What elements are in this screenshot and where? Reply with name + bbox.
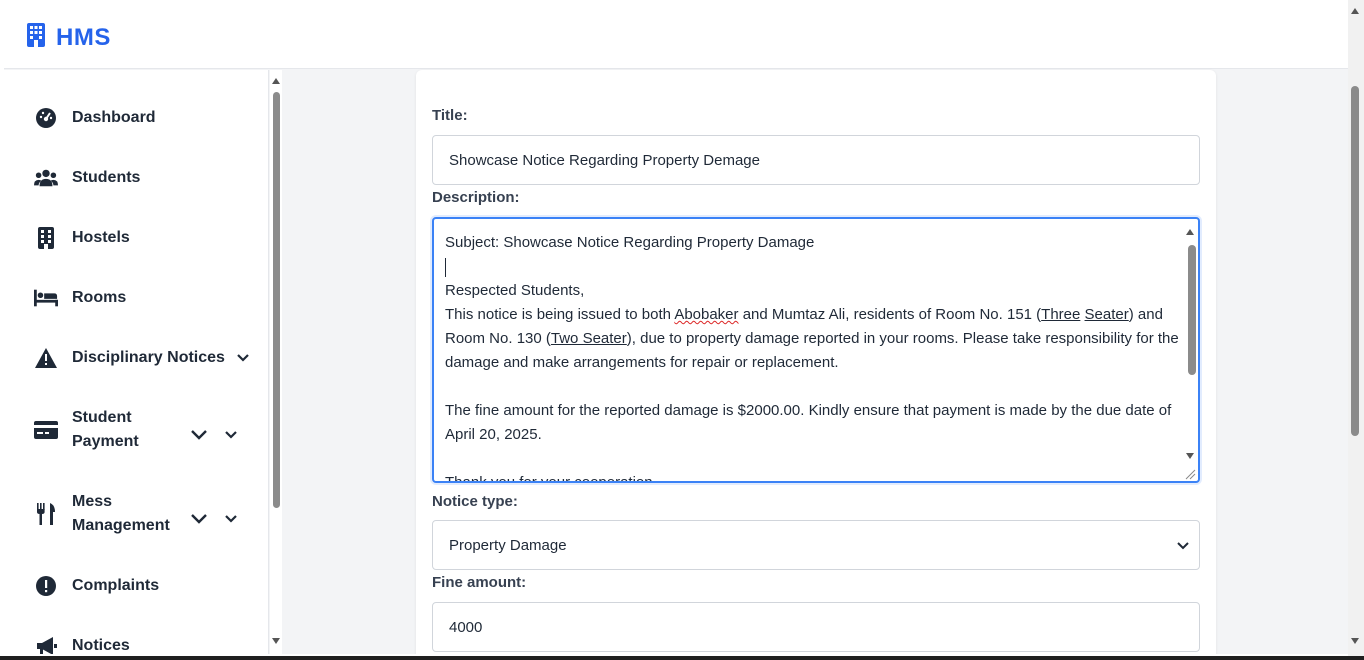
sidebar-item-dashboard[interactable]: Dashboard (34, 106, 156, 130)
notice-type-label: Notice type: (432, 493, 518, 510)
page-scrollbar-thumb[interactable] (1351, 86, 1359, 436)
brand-name: HMS (56, 23, 111, 51)
gauge-icon (34, 106, 58, 130)
sidebar-item-rooms[interactable]: Rooms (34, 286, 126, 310)
description-greeting: Respected Students, (445, 282, 585, 299)
notice-type-select[interactable]: Property Damage (432, 520, 1200, 570)
scroll-up-arrow-icon[interactable] (1351, 8, 1359, 14)
description-textarea[interactable]: Subject: Showcase Notice Regarding Prope… (432, 217, 1200, 483)
sidebar: Dashboard Students Hostels Rooms Discipl… (4, 70, 269, 654)
chevron-down-icon[interactable] (235, 350, 251, 366)
chevron-down-icon (1177, 537, 1189, 554)
sidebar-item-label-line2: Payment (72, 433, 139, 450)
sidebar-item-mess-management[interactable]: Mess Management (34, 490, 170, 538)
warning-icon (34, 346, 58, 370)
sidebar-item-label-line1: Mess (72, 493, 113, 510)
exclamation-circle-icon (34, 574, 58, 598)
credit-card-icon (34, 418, 58, 442)
sidebar-item-label: Disciplinary Notices (72, 349, 225, 366)
sidebar-item-complaints[interactable]: Complaints (34, 574, 159, 598)
fine-amount-input[interactable]: 4000 (432, 602, 1200, 652)
scroll-down-arrow-icon[interactable] (272, 638, 280, 644)
brand[interactable]: HMS (26, 22, 111, 53)
app-frame: HMS Dashboard Students Hostels Rooms Dis… (4, 4, 1348, 654)
users-icon (34, 166, 58, 190)
sidebar-item-disciplinary-notices[interactable]: Disciplinary Notices (34, 346, 251, 370)
title-input[interactable]: Showcase Notice Regarding Property Demag… (432, 135, 1200, 185)
chevron-down-icon[interactable] (190, 427, 208, 443)
taskbar-edge (0, 656, 1364, 660)
sidebar-item-label: Student Payment (72, 406, 139, 454)
textarea-scrollbar-thumb[interactable] (1188, 245, 1196, 375)
chevron-down-icon[interactable] (190, 511, 208, 527)
building-icon (26, 22, 46, 53)
sidebar-item-label: Dashboard (72, 109, 156, 126)
scroll-up-arrow-icon[interactable] (272, 78, 280, 84)
title-label: Title: (432, 107, 468, 124)
sidebar-scrollbar-thumb[interactable] (273, 92, 280, 508)
description-content: Subject: Showcase Notice Regarding Prope… (445, 231, 1181, 483)
notice-type-value: Property Damage (449, 536, 567, 554)
description-subject: Subject: Showcase Notice Regarding Prope… (445, 234, 815, 251)
chevron-down-icon[interactable] (223, 427, 239, 443)
description-label: Description: (432, 189, 520, 206)
text-cursor (445, 255, 1181, 279)
scroll-down-arrow-icon[interactable] (1351, 638, 1359, 644)
description-fine-paragraph: The fine amount for the reported damage … (445, 402, 1172, 443)
sidebar-item-hostels[interactable]: Hostels (34, 226, 130, 250)
sidebar-item-label: Notices (72, 637, 130, 654)
resize-handle-icon[interactable] (1184, 467, 1196, 480)
utensils-icon (34, 502, 58, 526)
scroll-up-arrow-icon[interactable] (1186, 229, 1194, 235)
sidebar-item-notices[interactable]: Notices (34, 634, 130, 654)
sidebar-item-label-line2: Management (72, 517, 170, 534)
fine-amount-label: Fine amount: (432, 574, 527, 591)
chevron-down-icon[interactable] (223, 511, 239, 527)
sidebar-item-label-line1: Student (72, 409, 132, 426)
sidebar-item-student-payment[interactable]: Student Payment (34, 406, 139, 454)
sidebar-item-label: Hostels (72, 229, 130, 246)
megaphone-icon (34, 634, 58, 654)
sidebar-item-label: Complaints (72, 577, 160, 594)
scroll-down-arrow-icon[interactable] (1186, 453, 1194, 459)
building-icon (34, 226, 58, 250)
sidebar-item-label: Students (72, 169, 141, 186)
description-closing: Thank you for your cooperation. (445, 474, 657, 483)
sidebar-item-label: Mess Management (72, 490, 170, 538)
sidebar-item-label: Rooms (72, 289, 127, 306)
top-bar: HMS (4, 4, 1348, 69)
bed-icon (34, 286, 58, 310)
description-paragraph: This notice is being issued to both Abob… (445, 306, 1179, 371)
sidebar-item-students[interactable]: Students (34, 166, 140, 190)
